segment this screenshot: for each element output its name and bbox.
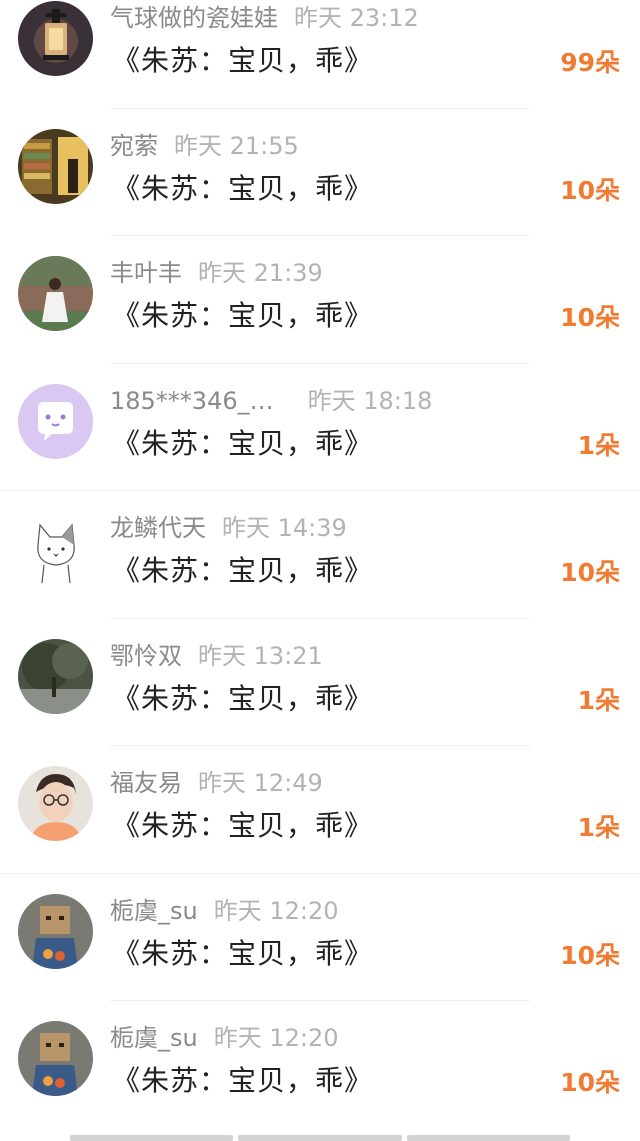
list-item[interactable]: 气球做的瓷娃娃 昨天 23:12 《朱苏：宝贝，乖》 99朵 — [0, 0, 640, 109]
work-title: 《朱苏：宝贝，乖》 — [112, 426, 374, 460]
timestamp: 昨天 13:21 — [198, 641, 323, 670]
item-meta: 宛萦 昨天 21:55 — [110, 129, 299, 163]
user-name[interactable]: 宛萦 — [110, 132, 158, 160]
flower-count: 10朵 — [560, 558, 620, 587]
list-item[interactable]: 福友易 昨天 12:49 《朱苏：宝贝，乖》 1朵 — [0, 746, 640, 874]
item-meta: 栀虞_su 昨天 12:20 — [110, 894, 339, 928]
flower-count: 1朵 — [577, 430, 620, 460]
work-title: 《朱苏：宝贝，乖》 — [112, 809, 374, 842]
work-title: 《朱苏：宝贝，乖》 — [112, 171, 374, 205]
page-indicator — [70, 1135, 570, 1141]
box-head-avatar[interactable] — [18, 1021, 93, 1096]
flower-count: 10朵 — [560, 175, 620, 205]
item-meta: 龙鳞代天 昨天 14:39 — [110, 511, 347, 545]
indicator-segment — [238, 1135, 402, 1141]
list-item[interactable]: 栀虞_su 昨天 12:20 《朱苏：宝贝，乖》 10朵 — [0, 1001, 640, 1129]
list-item[interactable]: 丰叶丰 昨天 21:39 《朱苏：宝贝，乖》 10朵 — [0, 236, 640, 364]
boy-glasses-avatar[interactable] — [18, 766, 93, 841]
cat-sketch-avatar[interactable] — [18, 511, 93, 586]
girl-in-white-avatar[interactable] — [18, 256, 93, 331]
list-item[interactable]: 宛萦 昨天 21:55 《朱苏：宝贝，乖》 10朵 — [0, 109, 640, 236]
timestamp: 昨天 12:49 — [198, 769, 323, 797]
user-name[interactable]: 龙鳞代天 — [110, 514, 206, 542]
bookstore-avatar[interactable] — [18, 128, 93, 204]
gift-record-list: 气球做的瓷娃娃 昨天 23:12 《朱苏：宝贝，乖》 99朵 宛萦 昨天 21:55… — [0, 0, 640, 1129]
default-chat-bubble-avatar[interactable] — [18, 383, 93, 459]
flower-count: 10朵 — [560, 940, 620, 970]
tree-avatar[interactable] — [18, 638, 93, 714]
user-name[interactable]: 栀虞_su — [110, 1024, 198, 1052]
timestamp: 昨天 12:20 — [213, 896, 339, 925]
user-name[interactable]: 福友易 — [110, 769, 182, 797]
user-name[interactable]: 185***346_… — [110, 387, 274, 415]
user-name[interactable]: 鄂怜双 — [110, 642, 182, 670]
list-item[interactable]: 185***346_… 昨天 18:18 《朱苏：宝贝，乖》 1朵 — [0, 364, 640, 491]
timestamp: 昨天 21:39 — [198, 259, 323, 287]
work-title: 《朱苏：宝贝，乖》 — [112, 299, 374, 332]
box-head-avatar[interactable] — [18, 893, 93, 969]
item-meta: 185***346_… 昨天 18:18 — [110, 384, 432, 418]
lantern-avatar[interactable] — [18, 1, 93, 76]
flower-count: 10朵 — [560, 303, 620, 332]
timestamp: 昨天 14:39 — [222, 514, 347, 542]
work-title: 《朱苏：宝贝，乖》 — [112, 681, 374, 715]
flower-count: 10朵 — [560, 1068, 620, 1097]
indicator-segment — [70, 1135, 234, 1141]
list-item[interactable]: 鄂怜双 昨天 13:21 《朱苏：宝贝，乖》 1朵 — [0, 619, 640, 746]
timestamp: 昨天 12:20 — [213, 1024, 339, 1052]
timestamp: 昨天 23:12 — [294, 4, 419, 32]
work-title: 《朱苏：宝贝，乖》 — [112, 936, 374, 970]
item-meta: 鄂怜双 昨天 13:21 — [110, 639, 323, 673]
item-meta: 气球做的瓷娃娃 昨天 23:12 — [110, 1, 419, 35]
item-meta: 栀虞_su 昨天 12:20 — [110, 1021, 339, 1055]
item-meta: 丰叶丰 昨天 21:39 — [110, 256, 323, 290]
timestamp: 昨天 18:18 — [307, 386, 433, 415]
list-item[interactable]: 龙鳞代天 昨天 14:39 《朱苏：宝贝，乖》 10朵 — [0, 491, 640, 619]
work-title: 《朱苏：宝贝，乖》 — [112, 554, 374, 587]
indicator-segment — [406, 1135, 570, 1141]
list-item[interactable]: 栀虞_su 昨天 12:20 《朱苏：宝贝，乖》 10朵 — [0, 874, 640, 1001]
flower-count: 1朵 — [577, 685, 620, 715]
flower-count: 99朵 — [560, 48, 620, 77]
user-name[interactable]: 气球做的瓷娃娃 — [110, 4, 278, 32]
user-name[interactable]: 栀虞_su — [110, 897, 198, 925]
user-name[interactable]: 丰叶丰 — [110, 259, 182, 287]
flower-count: 1朵 — [577, 813, 620, 842]
item-meta: 福友易 昨天 12:49 — [110, 766, 323, 800]
timestamp: 昨天 21:55 — [174, 131, 299, 160]
work-title: 《朱苏：宝贝，乖》 — [112, 44, 374, 77]
work-title: 《朱苏：宝贝，乖》 — [112, 1064, 374, 1097]
